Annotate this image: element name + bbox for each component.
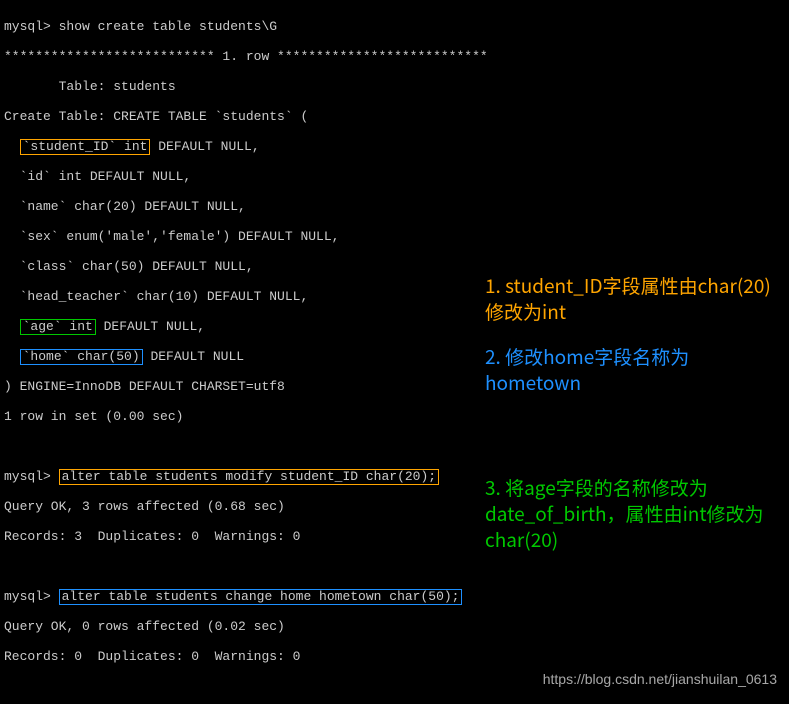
ct1-field: `home` char(50) DEFAULT NULL	[4, 349, 785, 364]
row-header: *************************** 1. row *****…	[4, 49, 785, 64]
ct1-field: `age` int DEFAULT NULL,	[4, 319, 785, 334]
ct1-field: `head_teacher` char(10) DEFAULT NULL,	[4, 289, 785, 304]
blank-line	[4, 559, 785, 574]
highlight-alter-modify: alter table students modify student_ID c…	[59, 469, 439, 485]
cmd-line: mysql> show create table students\G	[4, 19, 785, 34]
records-line: Records: 3 Duplicates: 0 Warnings: 0	[4, 529, 785, 544]
ct-header-text: CREATE TABLE `students` (	[113, 109, 308, 124]
rest-text: DEFAULT NULL	[143, 349, 244, 364]
ct1-field: `id` int DEFAULT NULL,	[4, 169, 785, 184]
prompt: mysql>	[4, 469, 59, 484]
cmd-line: mysql> alter table students change home …	[4, 589, 785, 604]
highlight-age-int: `age` int	[20, 319, 96, 335]
query-ok: Query OK, 0 rows affected (0.02 sec)	[4, 619, 785, 634]
ct1-field: `name` char(20) DEFAULT NULL,	[4, 199, 785, 214]
rows-in-set: 1 row in set (0.00 sec)	[4, 409, 785, 424]
records-line: Records: 0 Duplicates: 0 Warnings: 0	[4, 649, 785, 664]
rest-text: DEFAULT NULL,	[150, 139, 259, 154]
query-ok: Query OK, 3 rows affected (0.68 sec)	[4, 499, 785, 514]
table-name-line: Table: students	[4, 79, 785, 94]
ct1-field: `student_ID` int DEFAULT NULL,	[4, 139, 785, 154]
ct1-tail: ) ENGINE=InnoDB DEFAULT CHARSET=utf8	[4, 379, 785, 394]
blank-line	[4, 439, 785, 454]
prompt: mysql>	[4, 589, 59, 604]
highlight-student-id-int: `student_ID` int	[20, 139, 151, 155]
create-table-header: Create Table: CREATE TABLE `students` (	[4, 109, 785, 124]
blank-line	[4, 679, 785, 694]
highlight-alter-change-home: alter table students change home hometow…	[59, 589, 463, 605]
ct-prefix: Create Table:	[4, 109, 113, 124]
terminal-output: mysql> show create table students\G ****…	[0, 0, 789, 704]
ct1-field: `sex` enum('male','female') DEFAULT NULL…	[4, 229, 785, 244]
cmd-line: mysql> alter table students modify stude…	[4, 469, 785, 484]
rest-text: DEFAULT NULL,	[96, 319, 205, 334]
ct1-field: `class` char(50) DEFAULT NULL,	[4, 259, 785, 274]
highlight-home-char50: `home` char(50)	[20, 349, 143, 365]
